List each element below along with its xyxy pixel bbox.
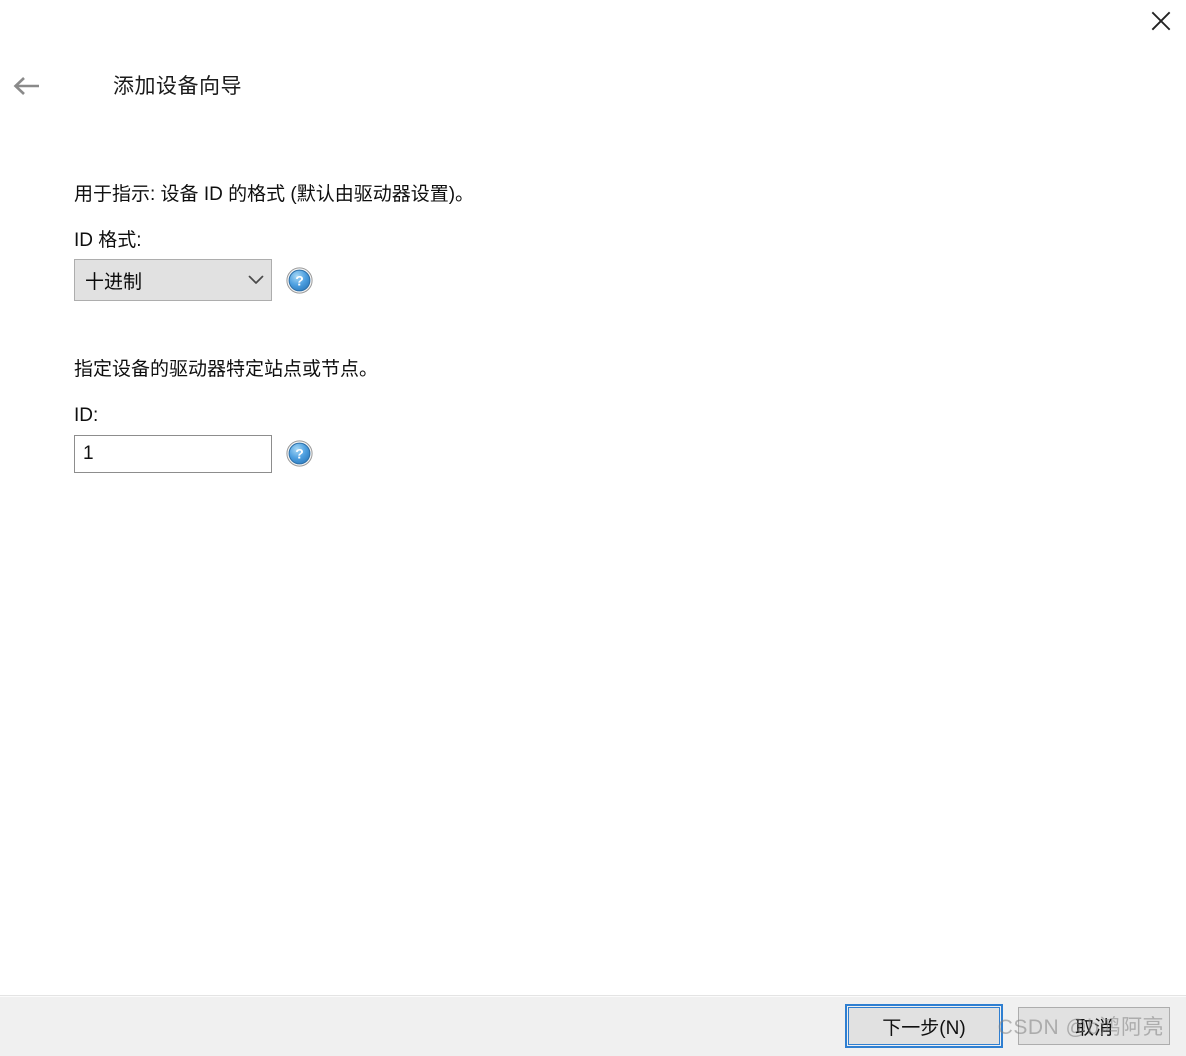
id-format-label: ID 格式: xyxy=(74,229,142,251)
id-format-section: 用于指示: 设备 ID 的格式 (默认由驱动器设置)。 ID 格式: 十进制 ? xyxy=(74,182,1186,302)
chevron-down-icon xyxy=(241,275,271,285)
watermark-text: CSDN @b鸿阿亮 xyxy=(997,1016,1164,1039)
help-icon[interactable]: ? xyxy=(286,267,313,294)
svg-text:?: ? xyxy=(295,272,304,288)
add-device-wizard-window: 添加设备向导 用于指示: 设备 ID 的格式 (默认由驱动器设置)。 ID 格式… xyxy=(0,0,1186,1056)
id-section: 指定设备的驱动器特定站点或节点。 ID: 1 ? xyxy=(74,357,1186,473)
id-label: ID: xyxy=(74,404,99,426)
next-button[interactable]: 下一步(N) xyxy=(845,1004,1003,1048)
help-icon[interactable]: ? xyxy=(286,440,313,467)
wizard-content: 用于指示: 设备 ID 的格式 (默认由驱动器设置)。 ID 格式: 十进制 ?… xyxy=(0,116,1186,995)
id-format-select[interactable]: 十进制 xyxy=(74,259,272,302)
back-arrow-icon[interactable] xyxy=(5,63,51,109)
id-format-instruction: 用于指示: 设备 ID 的格式 (默认由驱动器设置)。 xyxy=(74,184,475,205)
id-format-row: 十进制 ? xyxy=(74,259,1186,302)
page-title: 添加设备向导 xyxy=(113,74,242,98)
id-input[interactable] xyxy=(74,434,272,473)
svg-text:?: ? xyxy=(295,446,304,462)
title-bar xyxy=(0,0,1186,56)
wizard-header: 添加设备向导 xyxy=(0,56,1186,116)
cancel-button[interactable]: 取消 xyxy=(1018,1007,1170,1045)
id-row: ? xyxy=(74,434,1186,473)
id-instruction: 指定设备的驱动器特定站点或节点。 xyxy=(74,359,379,381)
wizard-footer: 下一步(N) 取消 CSDN @b鸿阿亮 xyxy=(0,995,1186,1056)
id-format-selected-value: 十进制 xyxy=(85,271,143,293)
close-icon[interactable] xyxy=(1136,0,1186,42)
